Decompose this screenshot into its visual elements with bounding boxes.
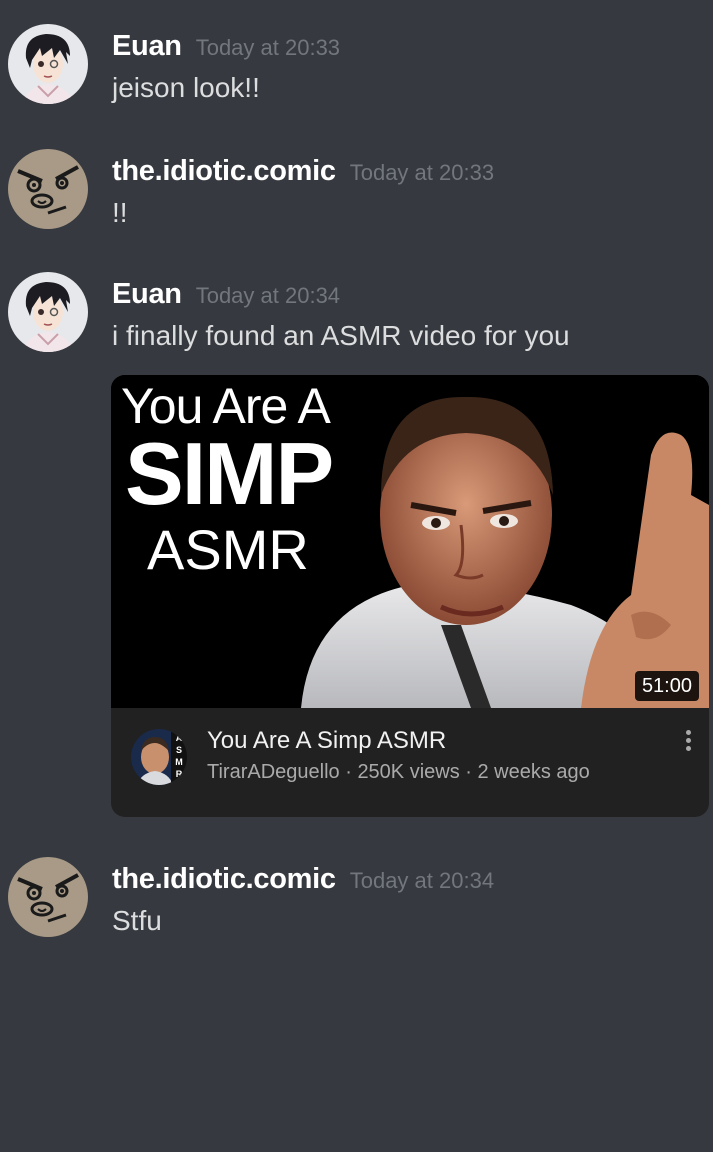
channel-avatar[interactable]: A S M R xyxy=(131,729,187,785)
username[interactable]: the.idiotic.comic xyxy=(112,863,336,895)
thumbnail-line-2: SIMP xyxy=(125,424,334,523)
meta-separator: · xyxy=(459,761,478,783)
video-meta: TirarADeguello · 250K views · 2 weeks ag… xyxy=(207,761,590,784)
channel-avatar-icon: A S M R xyxy=(131,729,187,785)
timestamp: Today at 20:33 xyxy=(195,35,341,60)
username[interactable]: Euan xyxy=(112,278,182,310)
video-duration-badge: 51:00 xyxy=(634,671,699,701)
svg-text:R: R xyxy=(176,769,183,779)
meta-separator: · xyxy=(339,761,358,783)
avatar[interactable] xyxy=(8,857,88,937)
svg-text:M: M xyxy=(175,757,183,767)
username[interactable]: Euan xyxy=(112,30,182,62)
anime-boy-avatar-icon xyxy=(8,272,88,352)
anime-boy-avatar-icon xyxy=(8,24,88,104)
view-count: 250K views xyxy=(357,761,460,783)
angry-face-avatar-icon xyxy=(8,857,88,937)
avatar[interactable] xyxy=(8,24,88,104)
timestamp: Today at 20:34 xyxy=(195,283,341,308)
svg-text:S: S xyxy=(176,745,182,755)
message-text: jeison look!! xyxy=(112,72,260,103)
username[interactable]: the.idiotic.comic xyxy=(112,155,336,187)
more-vertical-icon[interactable] xyxy=(681,730,695,756)
channel-name[interactable]: TirarADeguello xyxy=(207,761,340,783)
timestamp: Today at 20:34 xyxy=(349,868,495,893)
avatar[interactable] xyxy=(8,149,88,229)
message-text: Stfu xyxy=(112,905,162,936)
svg-text:A: A xyxy=(176,733,183,743)
video-thumbnail[interactable]: You Are A SIMP ASMR 51:00 xyxy=(111,375,709,708)
thumbnail-line-3: ASMR xyxy=(147,518,309,581)
angry-face-avatar-icon xyxy=(8,149,88,229)
youtube-embed[interactable]: You Are A SIMP ASMR 51:00 A S M R You Ar… xyxy=(111,375,709,817)
video-title[interactable]: You Are A Simp ASMR xyxy=(207,727,446,755)
message-text: !! xyxy=(112,197,128,228)
message-text: i finally found an ASMR video for you xyxy=(112,320,570,351)
upload-age: 2 weeks ago xyxy=(477,761,590,783)
avatar[interactable] xyxy=(8,272,88,352)
timestamp: Today at 20:33 xyxy=(349,160,495,185)
